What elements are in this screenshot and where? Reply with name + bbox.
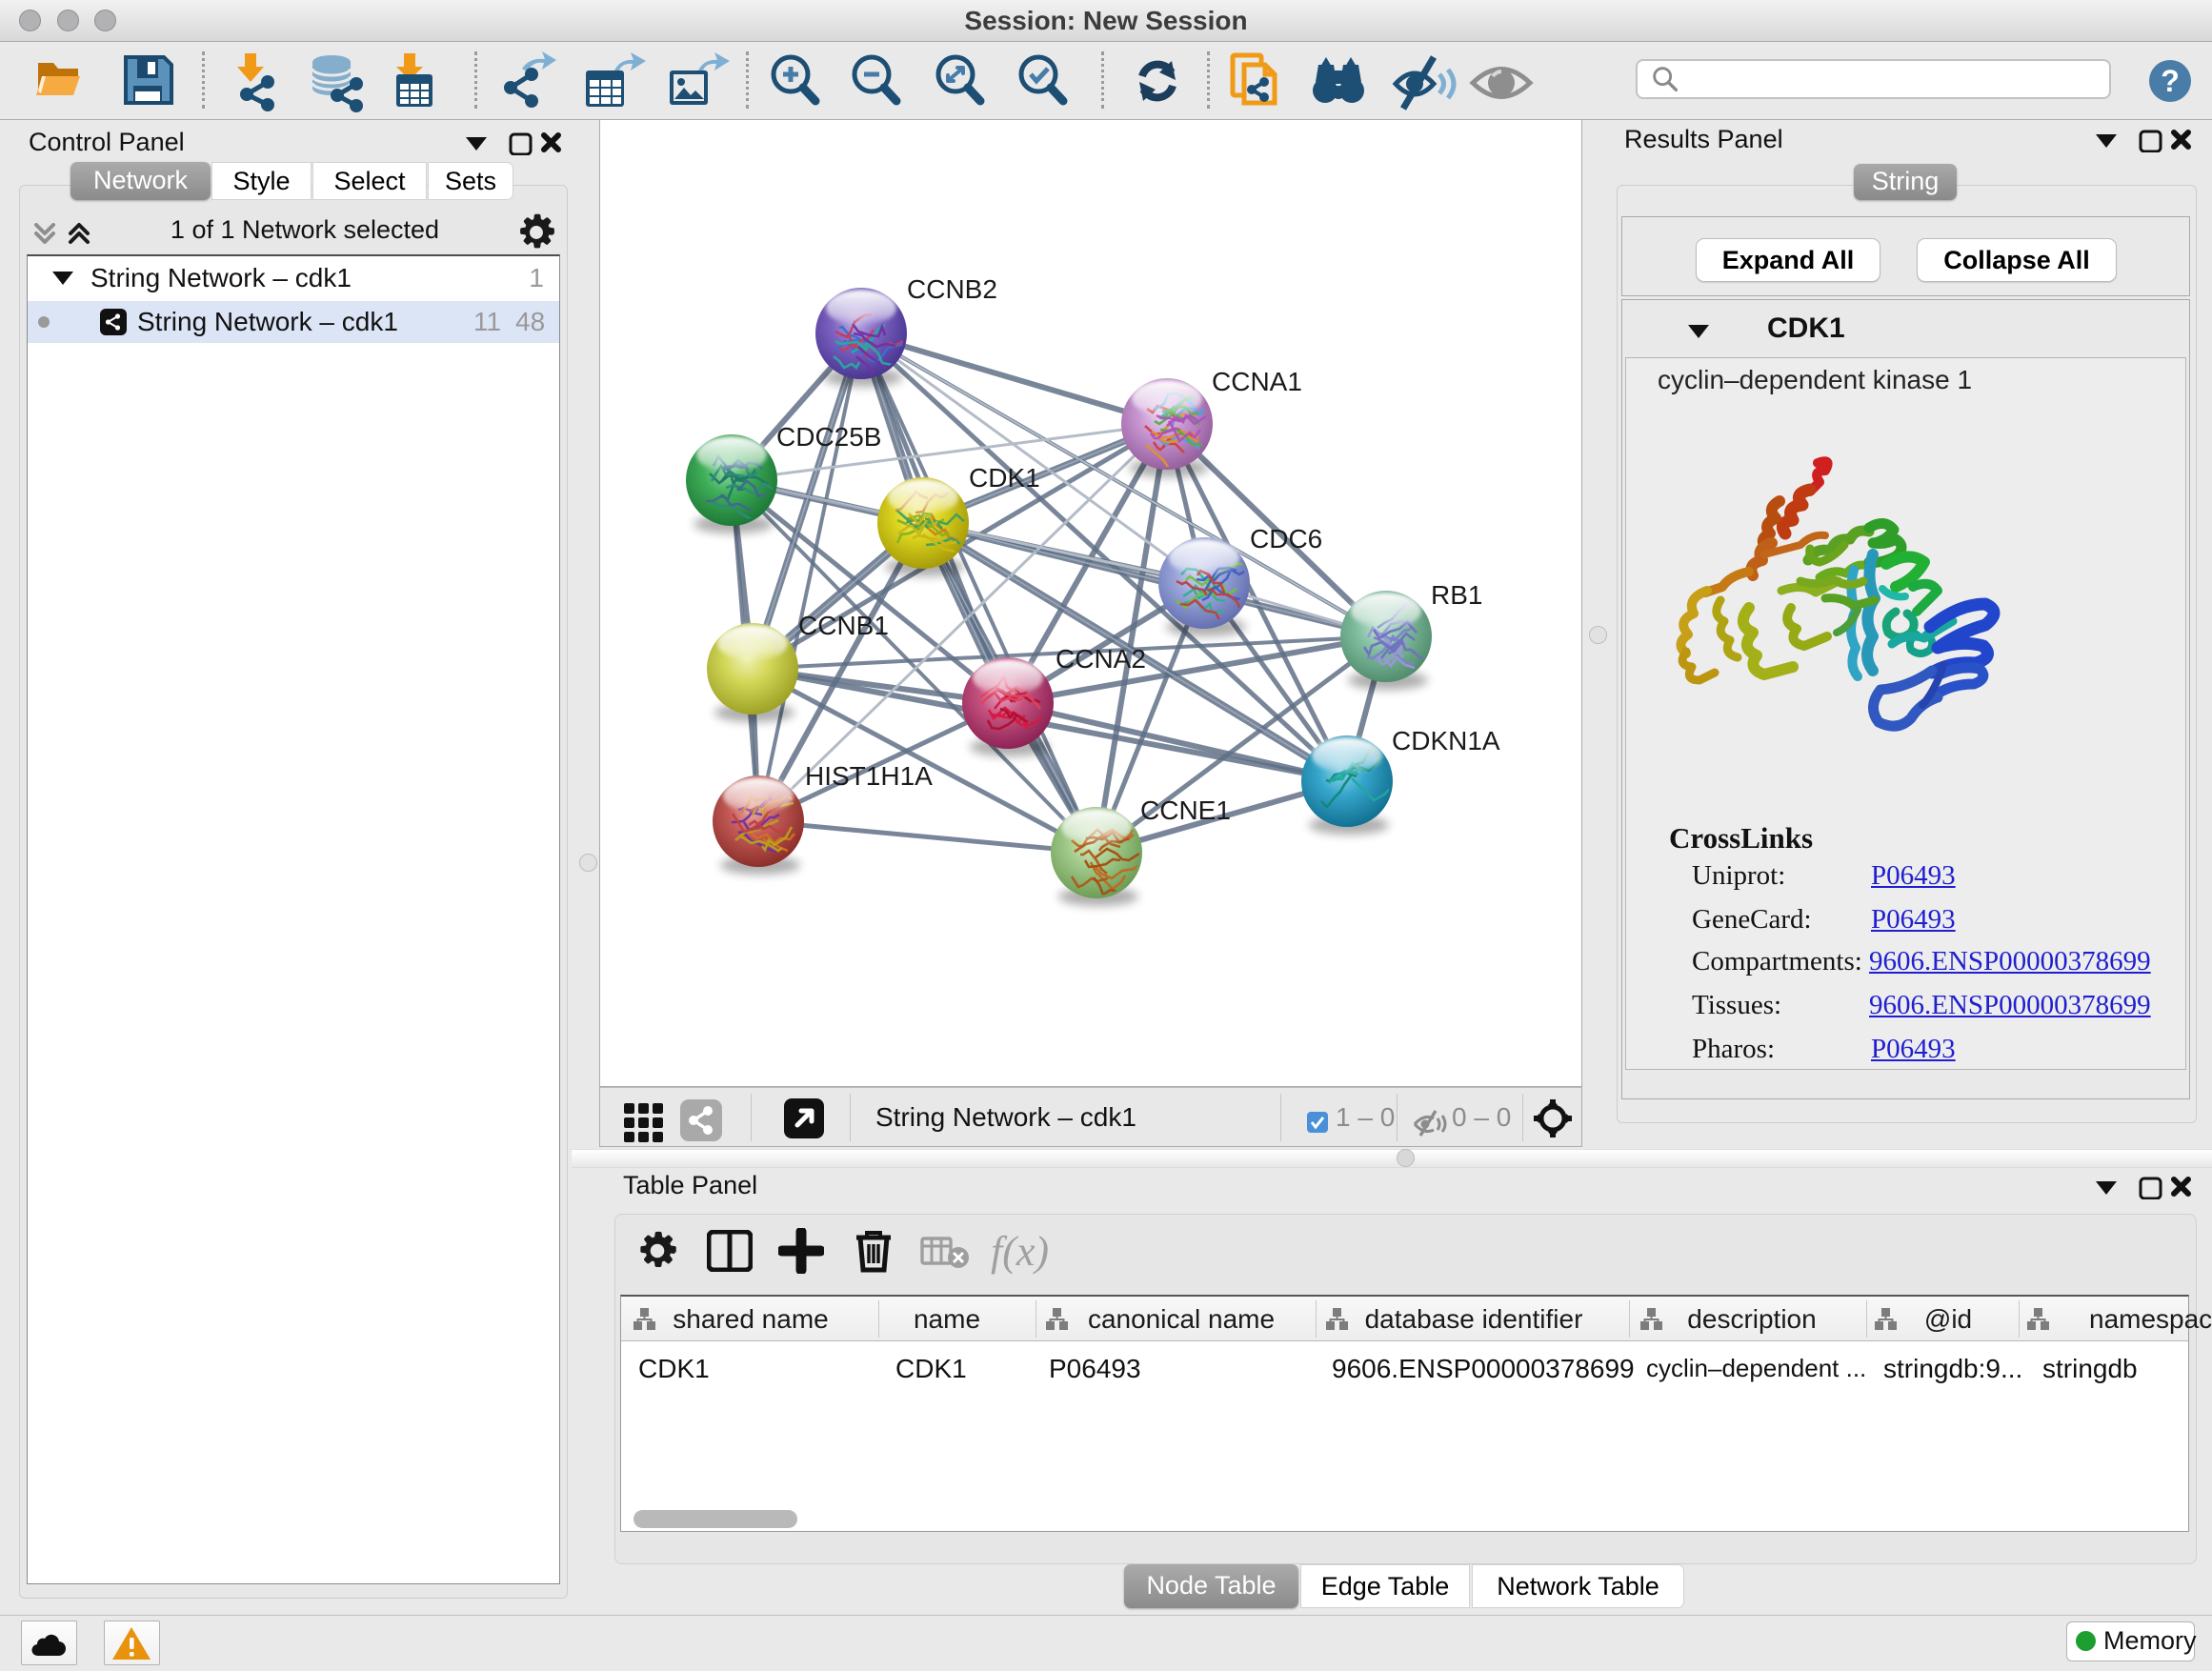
svg-text:CCNA1: CCNA1 <box>1212 367 1302 396</box>
svg-text:CCNE1: CCNE1 <box>1140 795 1231 825</box>
svg-text:CDKN1A: CDKN1A <box>1392 726 1500 755</box>
svg-text:HIST1H1A: HIST1H1A <box>805 761 933 791</box>
svg-text:CDC25B: CDC25B <box>776 422 881 452</box>
svg-text:?: ? <box>2161 64 2180 98</box>
svg-text:CCNA2: CCNA2 <box>1056 644 1146 674</box>
svg-text:CCNB1: CCNB1 <box>798 611 889 640</box>
svg-text:CDC6: CDC6 <box>1250 524 1322 554</box>
svg-text:CDK1: CDK1 <box>969 463 1040 493</box>
svg-text:RB1: RB1 <box>1431 580 1482 610</box>
svg-text:CCNB2: CCNB2 <box>907 274 997 304</box>
